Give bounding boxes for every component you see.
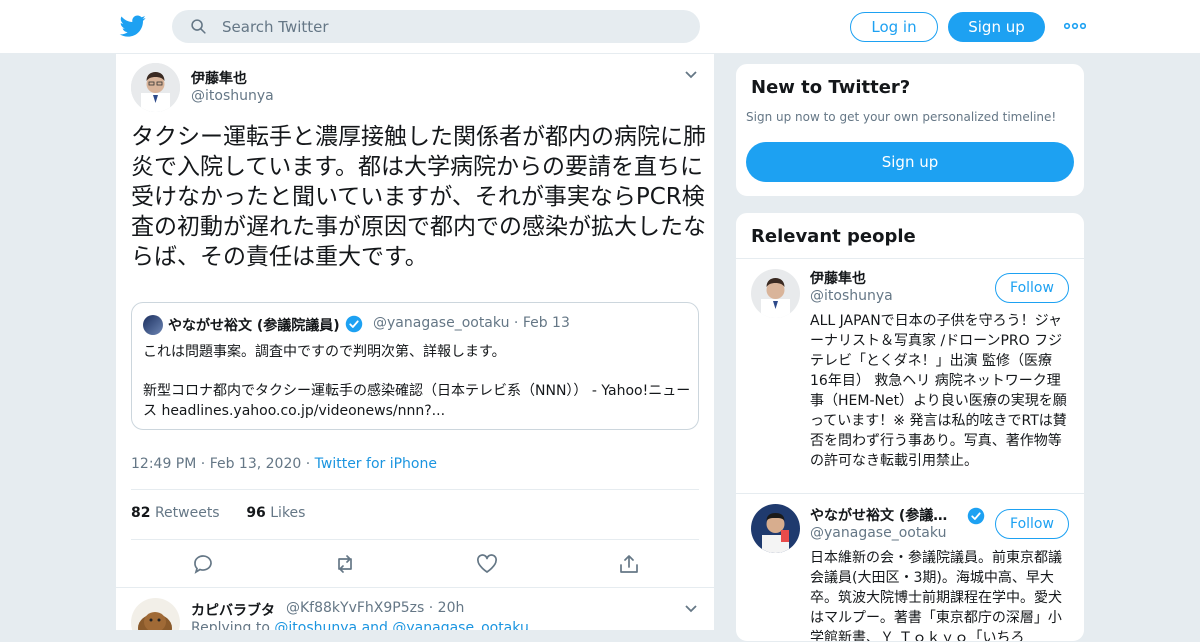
top-bar: Log in Sign up xyxy=(0,0,1200,54)
dot-separator: · xyxy=(305,456,315,472)
person-name-text: やながせ裕文 (参議… xyxy=(810,508,948,524)
verified-badge-icon xyxy=(345,315,362,333)
quoted-author-name-text: やながせ裕文 (参議院議員) xyxy=(168,318,340,334)
quoted-handle-text: @yanagase_ootaku xyxy=(373,315,510,331)
likes-label: Likes xyxy=(270,505,306,521)
relevant-people-title: Relevant people xyxy=(751,226,916,247)
divider xyxy=(131,489,699,490)
likes-stat[interactable]: 96 Likes xyxy=(246,505,305,521)
avatar[interactable] xyxy=(131,63,180,112)
person-avatar[interactable] xyxy=(751,269,800,318)
person-bio: ALL JAPANで日本の子供を守ろう！ジャーナリスト＆写真家 /ドローンPRO… xyxy=(810,313,1067,469)
quoted-author-name: やながせ裕文 (参議院議員) xyxy=(168,315,363,335)
verified-badge-icon xyxy=(967,507,985,525)
search-input[interactable] xyxy=(222,10,682,43)
person-name[interactable]: やながせ裕文 (参議… xyxy=(810,505,947,525)
quoted-avatar xyxy=(143,315,163,335)
signup-button[interactable]: Sign up xyxy=(948,12,1045,42)
login-button[interactable]: Log in xyxy=(850,12,938,42)
sidebar-signup-button[interactable]: Sign up xyxy=(746,142,1074,182)
person-avatar-image xyxy=(751,504,800,553)
tweet-source-link[interactable]: Twitter for iPhone xyxy=(315,456,437,472)
author-name[interactable]: 伊藤隼也 xyxy=(191,68,247,88)
dot-separator: · xyxy=(428,600,438,616)
new-to-twitter-title: New to Twitter? xyxy=(751,77,911,98)
more-options-icon[interactable] xyxy=(1064,20,1086,32)
replying-to: Replying to @itoshunya and @yanagase_oot… xyxy=(191,620,529,630)
person-handle[interactable]: @itoshunya xyxy=(810,288,893,304)
retweets-label: Retweets xyxy=(154,505,220,521)
reply-author-meta: @Kf88kYvFhX9P5zs · 20h xyxy=(286,600,464,616)
chevron-down-icon[interactable] xyxy=(684,604,698,614)
tweet-text: タクシー運転手と濃厚接触した関係者が都内の病院に肺炎で入院しています。都は大学病… xyxy=(131,124,706,270)
retweet-icon[interactable] xyxy=(333,554,357,574)
tweet-column: 伊藤隼也 @itoshunya タクシー運転手と濃厚接触した関係者が都内の病院に… xyxy=(115,54,715,630)
likes-count: 96 xyxy=(246,505,266,521)
quoted-text-line1: これは問題事案。調査中ですので判明次第、詳報します。 xyxy=(143,344,506,360)
reply-author-name[interactable]: カピバラブタ xyxy=(191,600,275,620)
share-icon[interactable] xyxy=(617,554,641,574)
quoted-author-handle: @yanagase_ootaku · Feb 13 xyxy=(373,315,570,331)
divider xyxy=(736,493,1084,494)
reply-avatar[interactable] xyxy=(131,598,180,630)
reply-author-handle[interactable]: @Kf88kYvFhX9P5zs xyxy=(286,600,424,616)
new-to-twitter-subtitle: Sign up now to get your own personalized… xyxy=(746,110,1057,124)
reply-icon[interactable] xyxy=(191,554,215,574)
capybara-avatar-image xyxy=(131,598,180,630)
replying-to-user-link[interactable]: @yanagase_ootaku xyxy=(392,620,528,630)
person-handle[interactable]: @yanagase_ootaku xyxy=(810,525,946,541)
relevant-people-card: Relevant people 伊藤隼也 @itoshunya Follow A… xyxy=(735,212,1085,642)
retweets-count: 82 xyxy=(131,505,151,521)
tweet-time[interactable]: 12:49 PM xyxy=(131,456,196,472)
person-name[interactable]: 伊藤隼也 xyxy=(810,268,866,288)
replying-to-prefix: Replying to xyxy=(191,620,270,630)
divider xyxy=(736,258,1084,259)
follow-button[interactable]: Follow xyxy=(995,509,1069,539)
divider xyxy=(131,539,699,540)
person-avatar-image xyxy=(751,269,800,318)
quoted-date: Feb 13 xyxy=(522,315,570,331)
replying-to-and: and xyxy=(361,620,388,630)
author-handle[interactable]: @itoshunya xyxy=(191,88,274,104)
divider xyxy=(116,587,714,588)
tweet-metadata: 12:49 PM · Feb 13, 2020 · Twitter for iP… xyxy=(131,456,437,472)
tweet-date[interactable]: Feb 13, 2020 xyxy=(210,456,302,472)
new-to-twitter-card: New to Twitter? Sign up now to get your … xyxy=(735,63,1085,197)
person-bio: 日本維新の会・参議院議員。前東京都議会議員(大田区・3期)。海城中高、早大卒。筑… xyxy=(810,550,1062,642)
tweet-stats: 82 Retweets 96 Likes xyxy=(131,505,305,521)
heart-icon[interactable] xyxy=(475,554,499,574)
twitter-bird-icon[interactable] xyxy=(119,13,147,39)
search-icon xyxy=(191,19,206,34)
retweets-stat[interactable]: 82 Retweets xyxy=(131,505,220,521)
author-avatar-image xyxy=(131,63,180,112)
search-bar[interactable] xyxy=(172,10,700,43)
follow-button[interactable]: Follow xyxy=(995,273,1069,303)
chevron-down-icon[interactable] xyxy=(684,70,698,80)
quoted-tweet[interactable]: やながせ裕文 (参議院議員) @yanagase_ootaku · Feb 13… xyxy=(131,302,699,430)
person-avatar[interactable] xyxy=(751,504,800,553)
dot-separator: · xyxy=(513,315,523,331)
dot-separator: · xyxy=(200,456,210,472)
quoted-text-line2: 新型コロナ都内でタクシー運転手の感染確認（日本テレビ系（NNN）） - Yaho… xyxy=(143,383,691,419)
replying-to-user-link[interactable]: @itoshunya xyxy=(274,620,357,630)
reply-age[interactable]: 20h xyxy=(438,600,465,616)
